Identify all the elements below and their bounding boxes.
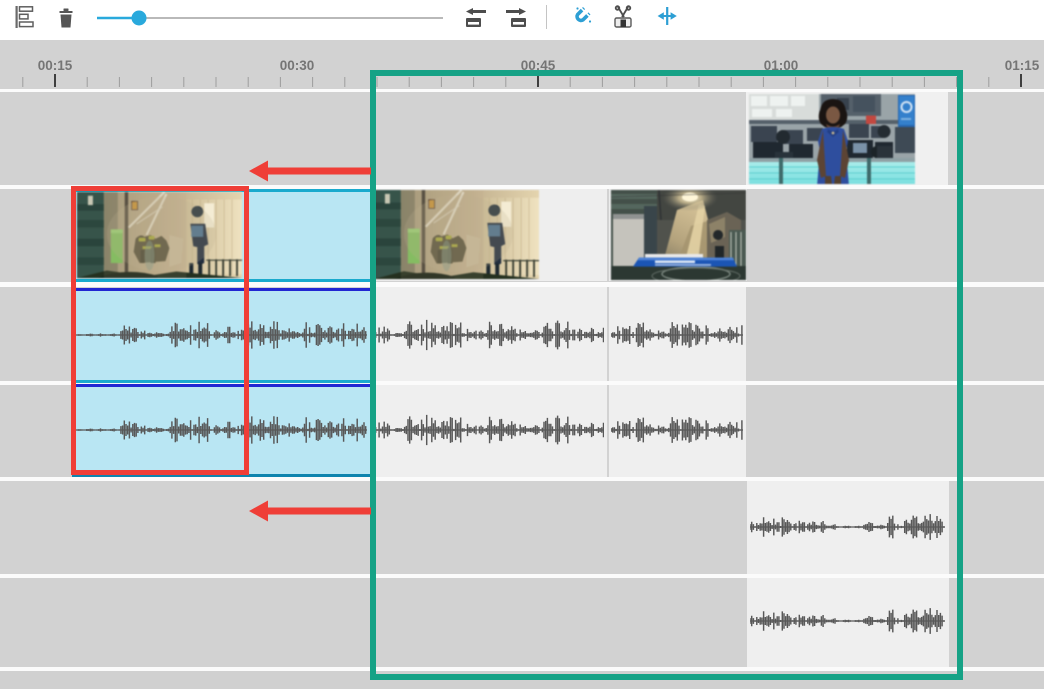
svg-text:01:15: 01:15 xyxy=(1005,58,1040,73)
svg-text:00:30: 00:30 xyxy=(280,58,315,73)
svg-text:00:15: 00:15 xyxy=(38,58,73,73)
